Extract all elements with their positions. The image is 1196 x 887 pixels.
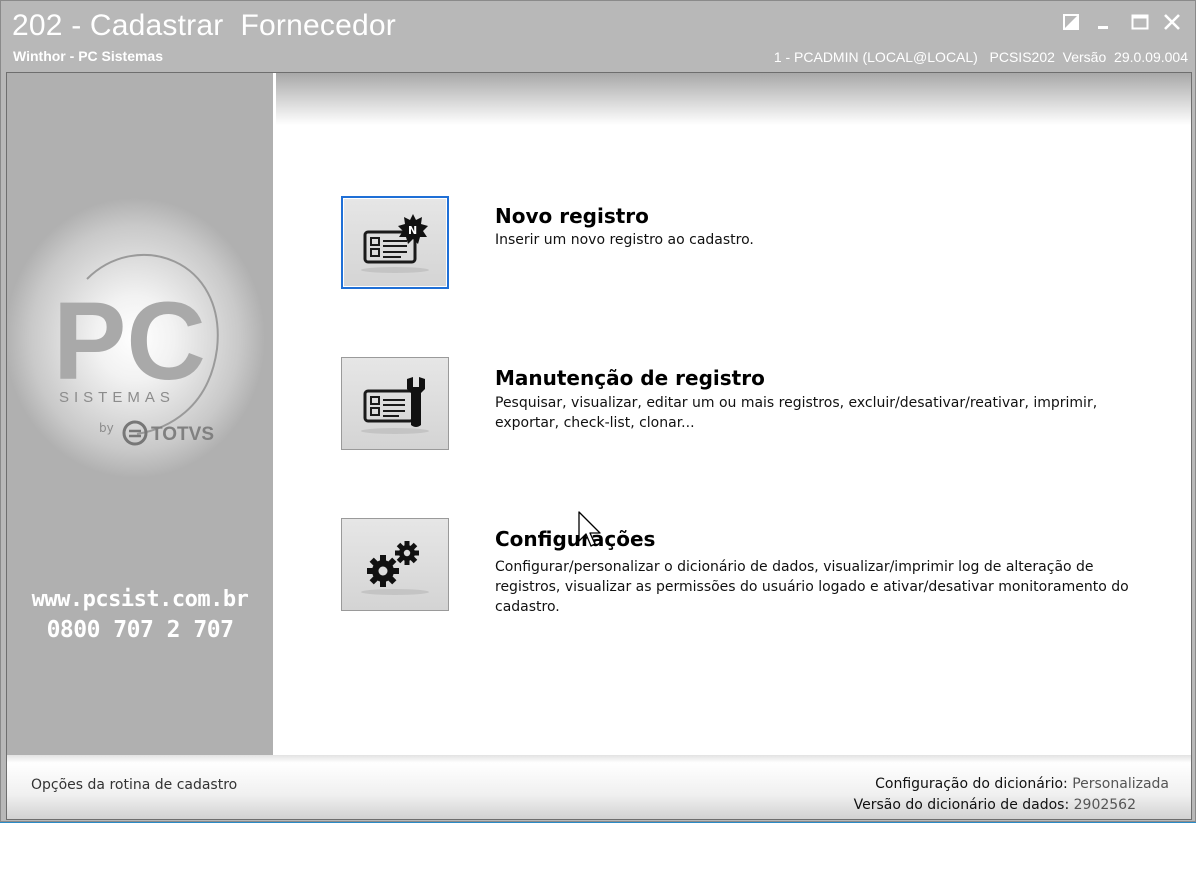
main-content: PC SISTEMAS by TOTVS www.pcsist.com.br 0… bbox=[6, 72, 1192, 820]
close-button[interactable] bbox=[1161, 11, 1183, 33]
dict-version-value: 2902562 bbox=[1073, 797, 1136, 813]
app-window: 202 - Cadastrar Fornecedor Winthor - PC … bbox=[0, 0, 1196, 822]
svg-text:SISTEMAS: SISTEMAS bbox=[59, 389, 175, 406]
session-info: 1 - PCADMIN (LOCAL@LOCAL) PCSIS202 Versã… bbox=[773, 49, 1188, 65]
brand-sidebar: PC SISTEMAS by TOTVS www.pcsist.com.br 0… bbox=[7, 73, 273, 755]
settings-button[interactable] bbox=[341, 518, 449, 611]
dict-config-value: Personalizada bbox=[1072, 776, 1169, 792]
gears-icon bbox=[361, 540, 429, 595]
mouse-cursor-icon bbox=[578, 511, 601, 547]
option-desc-maintenance: Pesquisar, visualizar, editar um ou mais… bbox=[495, 395, 1098, 431]
taskbar-area bbox=[0, 822, 1196, 887]
panel-divider bbox=[273, 73, 276, 755]
pc-sistemas-logo: PC SISTEMAS by TOTVS bbox=[53, 254, 219, 446]
minimize-button[interactable] bbox=[1093, 11, 1115, 33]
svg-text:by: by bbox=[99, 421, 114, 435]
maximize-button[interactable] bbox=[1129, 11, 1151, 33]
minimize-icon bbox=[1098, 26, 1108, 29]
option-title-settings: Configurações bbox=[495, 527, 656, 551]
status-footer: Opções da rotina de cadastro Configuraçã… bbox=[7, 755, 1191, 819]
restore-icon bbox=[1063, 14, 1079, 30]
maintenance-icon bbox=[361, 376, 429, 434]
window-subtitle: Winthor - PC Sistemas bbox=[13, 48, 164, 64]
maintenance-button[interactable] bbox=[341, 357, 449, 450]
svg-text:TOTVS: TOTVS bbox=[151, 424, 214, 445]
restore-window-button[interactable] bbox=[1060, 11, 1082, 33]
option-desc-settings: Configurar/personalizar o dicionário de … bbox=[495, 559, 1129, 615]
window-title: 202 - Cadastrar Fornecedor bbox=[12, 9, 396, 42]
website-text: www.pcsist.com.br bbox=[31, 587, 249, 612]
close-icon bbox=[1164, 14, 1180, 30]
new-record-icon: N bbox=[361, 213, 429, 273]
dict-version-label: Versão do dicionário de dados: bbox=[853, 797, 1070, 813]
new-record-button[interactable]: N bbox=[341, 196, 449, 289]
maximize-icon bbox=[1131, 14, 1149, 30]
svg-text:PC: PC bbox=[53, 280, 206, 403]
phone-text: 0800 707 2 707 bbox=[46, 617, 234, 643]
footer-info: Opções da rotina de cadastro bbox=[31, 777, 238, 793]
option-title-new-record: Novo registro bbox=[495, 204, 649, 228]
dict-config-row: Configuração do dicionário: Personalizad… bbox=[875, 776, 1169, 792]
option-desc-new-record: Inserir um novo registro ao cadastro. bbox=[495, 232, 754, 248]
header-gradient bbox=[276, 73, 1191, 125]
dict-config-label: Configuração do dicionário: bbox=[875, 776, 1068, 792]
dict-version-row: Versão do dicionário de dados: 2902562 bbox=[854, 797, 1136, 813]
svg-text:N: N bbox=[408, 224, 417, 237]
option-title-maintenance: Manutenção de registro bbox=[495, 366, 765, 390]
